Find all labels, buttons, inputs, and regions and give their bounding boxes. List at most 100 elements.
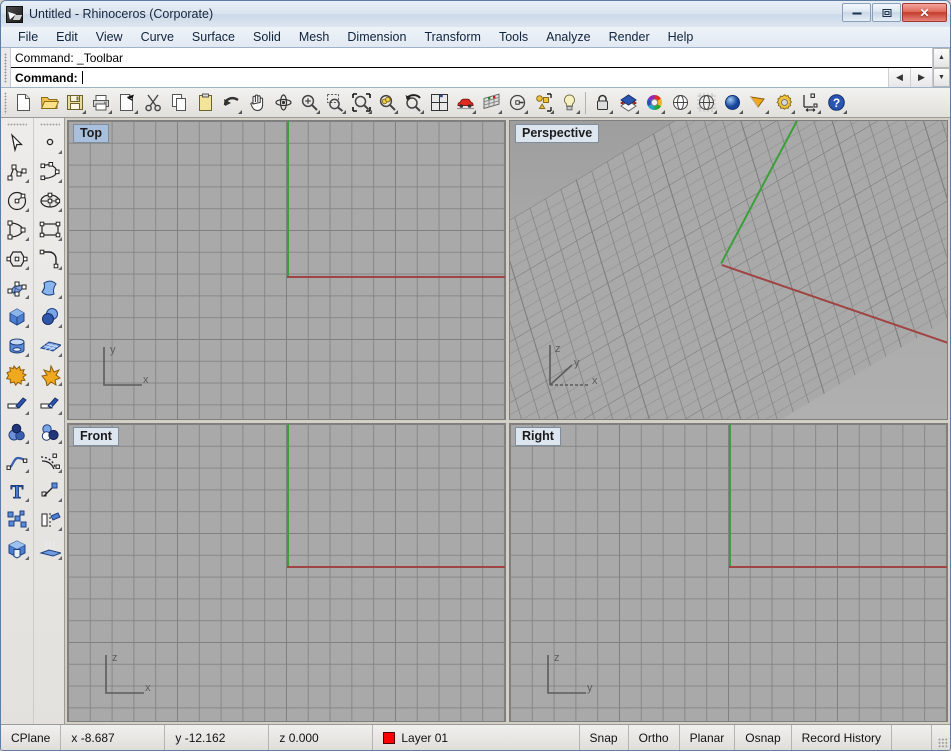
status-cplane[interactable]: CPlane xyxy=(1,725,62,750)
layers-icon[interactable] xyxy=(615,90,641,116)
save-file-icon[interactable] xyxy=(62,90,88,116)
shaded-display-icon[interactable] xyxy=(719,90,745,116)
viewport-perspective-label[interactable]: Perspective xyxy=(515,124,600,143)
restore-button[interactable] xyxy=(872,3,901,22)
offset-curve-icon[interactable] xyxy=(36,447,64,476)
menu-surface[interactable]: Surface xyxy=(183,28,244,46)
menu-transform[interactable]: Transform xyxy=(415,28,490,46)
pan-hand-icon[interactable] xyxy=(244,90,270,116)
split-icon[interactable] xyxy=(36,389,64,418)
explode-icon[interactable] xyxy=(36,360,64,389)
options-gear-icon[interactable] xyxy=(771,90,797,116)
menu-view[interactable]: View xyxy=(87,28,132,46)
polygon-icon[interactable] xyxy=(3,244,31,273)
cylinder-icon[interactable] xyxy=(3,331,31,360)
curve-control-points-icon[interactable] xyxy=(36,157,64,186)
viewport-top-label[interactable]: Top xyxy=(73,124,109,143)
boolean-spheres-icon[interactable] xyxy=(36,302,64,331)
zoom-selected-icon[interactable] xyxy=(374,90,400,116)
array-icon[interactable] xyxy=(3,505,31,534)
status-layer[interactable]: Layer 01 xyxy=(373,725,580,750)
print-setup-icon[interactable] xyxy=(114,90,140,116)
menu-tools[interactable]: Tools xyxy=(490,28,537,46)
print-icon[interactable] xyxy=(88,90,114,116)
menu-mesh[interactable]: Mesh xyxy=(290,28,339,46)
status-toggle-record-history[interactable]: Record History xyxy=(792,725,892,750)
viewport-right-label[interactable]: Right xyxy=(515,426,561,446)
box-solid-icon[interactable] xyxy=(3,302,31,331)
open-file-icon[interactable] xyxy=(36,90,62,116)
status-toggle-ortho[interactable]: Ortho xyxy=(629,725,680,750)
trim-icon[interactable] xyxy=(3,389,31,418)
menu-solid[interactable]: Solid xyxy=(244,28,290,46)
minimize-button[interactable] xyxy=(842,3,871,22)
command-input-row[interactable]: Command: xyxy=(11,68,932,87)
named-view-car-icon[interactable] xyxy=(452,90,478,116)
boolean-intersection-icon[interactable] xyxy=(36,418,64,447)
cut-icon[interactable] xyxy=(140,90,166,116)
status-toggle-planar[interactable]: Planar xyxy=(680,725,736,750)
select-objects-icon[interactable] xyxy=(504,90,530,116)
zoom-previous-icon[interactable] xyxy=(400,90,426,116)
fillet-curve-icon[interactable] xyxy=(36,244,64,273)
wireframe-display-icon[interactable] xyxy=(667,90,693,116)
menu-render[interactable]: Render xyxy=(600,28,659,46)
viewport-right[interactable]: Right z y xyxy=(509,422,948,722)
cap-solid-icon[interactable] xyxy=(3,534,31,563)
command-area-grip[interactable] xyxy=(1,48,11,87)
palette-grip-left[interactable] xyxy=(1,121,33,128)
copy-icon[interactable] xyxy=(166,90,192,116)
ellipse-icon[interactable] xyxy=(36,186,64,215)
menu-curve[interactable]: Curve xyxy=(132,28,183,46)
blend-curve-icon[interactable] xyxy=(3,447,31,476)
toolbar-grip[interactable] xyxy=(1,90,10,116)
circle-icon[interactable] xyxy=(3,186,31,215)
boolean-union-icon[interactable] xyxy=(3,360,31,389)
polyline-icon[interactable] xyxy=(3,157,31,186)
command-scrollbar[interactable]: ▲ ▼ xyxy=(932,48,950,87)
extrude-surface-icon[interactable] xyxy=(36,273,64,302)
new-file-icon[interactable] xyxy=(10,90,36,116)
scale-icon[interactable] xyxy=(36,476,64,505)
status-toggle-snap[interactable]: Snap xyxy=(580,725,629,750)
boolean-difference-icon[interactable] xyxy=(3,418,31,447)
palette-grip-right[interactable] xyxy=(34,121,65,128)
resize-grip[interactable] xyxy=(932,725,950,750)
rotate-view-icon[interactable] xyxy=(270,90,296,116)
help-icon[interactable]: ? xyxy=(823,90,849,116)
light-bulb-icon[interactable] xyxy=(556,90,582,116)
extrude-array-icon[interactable] xyxy=(36,534,64,563)
command-scroll-down[interactable]: ▼ xyxy=(933,67,950,87)
viewport-front-label[interactable]: Front xyxy=(73,426,119,446)
surface-from-points-icon[interactable] xyxy=(3,273,31,302)
status-toggle-osnap[interactable]: Osnap xyxy=(735,725,792,750)
viewport-front[interactable]: Front z x xyxy=(67,422,506,722)
rendered-display-icon[interactable] xyxy=(745,90,771,116)
point-icon[interactable] xyxy=(36,128,64,157)
dimension-icon[interactable] xyxy=(797,90,823,116)
viewport-top[interactable]: Top y x xyxy=(67,120,506,420)
paste-icon[interactable] xyxy=(192,90,218,116)
close-button[interactable]: ✕ xyxy=(902,3,947,22)
menu-help[interactable]: Help xyxy=(659,28,703,46)
viewport-layout-icon[interactable] xyxy=(426,90,452,116)
lock-object-icon[interactable] xyxy=(589,90,615,116)
mirror-icon[interactable] xyxy=(36,505,64,534)
arc-icon[interactable] xyxy=(3,215,31,244)
zoom-window-icon[interactable] xyxy=(322,90,348,116)
zoom-extents-icon[interactable] xyxy=(348,90,374,116)
grid-settings-icon[interactable] xyxy=(478,90,504,116)
command-prev-button[interactable]: ◀ xyxy=(888,68,910,87)
menu-edit[interactable]: Edit xyxy=(47,28,87,46)
layer-color-swatch[interactable] xyxy=(383,731,396,744)
text-tool-icon[interactable]: T xyxy=(3,476,31,505)
zoom-in-icon[interactable] xyxy=(296,90,322,116)
mesh-plane-icon[interactable] xyxy=(36,331,64,360)
menu-file[interactable]: File xyxy=(9,28,47,46)
command-next-button[interactable]: ▶ xyxy=(910,68,932,87)
menu-analyze[interactable]: Analyze xyxy=(537,28,599,46)
ghosted-display-icon[interactable] xyxy=(693,90,719,116)
rectangle-icon[interactable] xyxy=(36,215,64,244)
command-scroll-up[interactable]: ▲ xyxy=(933,48,950,68)
select-arrow-icon[interactable] xyxy=(3,128,31,157)
